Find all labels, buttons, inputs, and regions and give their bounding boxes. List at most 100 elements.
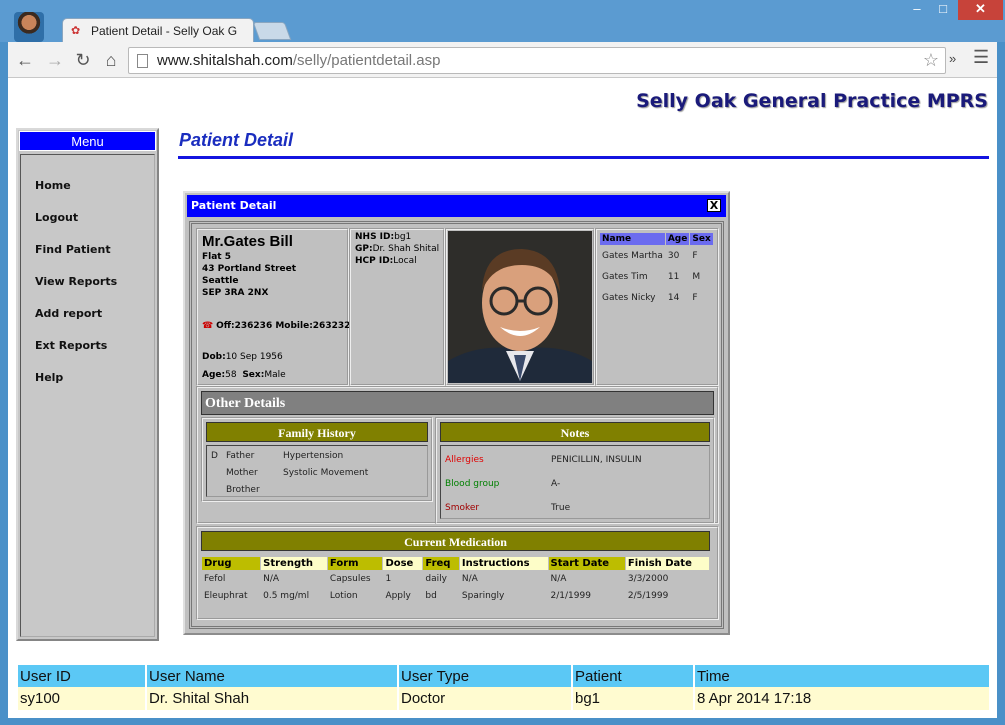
med-dose: 1 [385,574,392,584]
current-medication-title: Current Medication [201,531,710,551]
medication-table: Drug Strength Form Dose Freq Instruction… [201,556,710,605]
dialog-close-icon[interactable]: X [707,199,721,212]
med-header-strength: Strength [261,557,327,570]
family-members-table: Name Age Sex Gates Martha 30 F Gates Tim [599,232,714,309]
nhs-id-label: NHS ID: [355,232,395,242]
age-sex-line: Age:58 Sex:Male [202,370,286,380]
menu-item-find-patient[interactable]: Find Patient [35,243,111,256]
med-header-form: Form [327,557,383,570]
dialog-body: Mr.Gates Bill Flat 5 43 Portland Street … [189,221,724,629]
address-bar[interactable]: www.shitalshah.com/selly/patientdetail.a… [128,47,946,74]
dialog-title: Patient Detail [191,199,277,212]
table-row[interactable]: Gates Tim 11 M [600,267,713,287]
site-title: Selly Oak General Practice MPRS [636,90,988,112]
family-sex: M [692,272,701,282]
dialog-titlebar: Patient Detail X [187,195,726,217]
family-name: Gates Nicky [602,293,656,303]
condition-value: Systolic Movement [283,468,369,478]
extensions-chevron-icon[interactable]: » [949,51,956,66]
back-arrow-icon[interactable]: ← [14,49,36,71]
other-details-panel: Other Details Family History D Father Hy… [196,386,719,524]
tab-favicon-icon: ✿ [71,25,81,37]
family-history-panel: Family History D Father Hypertension Mot… [201,417,433,502]
family-history-marker: D [211,451,218,461]
minimize-icon[interactable]: – [905,0,929,20]
notes-list: Allergies PENICILLIN, INSULIN Blood grou… [440,445,710,519]
family-header-sex: Sex [690,233,713,245]
allergies-label: Allergies [445,455,484,465]
smoker-label: Smoker [445,503,480,513]
page-icon [137,54,148,68]
notes-title: Notes [440,422,710,442]
med-finish-date: 3/3/2000 [627,574,669,584]
gp-value: Dr. Shah Shital [372,244,440,254]
family-name: Gates Tim [602,272,648,282]
menu-item-view-reports[interactable]: View Reports [35,275,117,288]
session-header-patient: Patient [571,665,694,687]
browser-menu-icon[interactable]: ☰ [973,47,989,68]
table-row[interactable]: Fefol N/A Capsules 1 daily N/A N/A 3/3/2… [202,571,709,587]
session-info-table: User ID User Name User Type Patient Time… [18,665,989,710]
address-line-1: Flat 5 [202,252,232,262]
menu-item-ext-reports[interactable]: Ext Reports [35,339,107,352]
family-age: 11 [667,272,680,282]
session-user-type: Doctor [397,687,572,710]
med-form: Lotion [329,591,358,601]
family-age: 30 [667,251,680,261]
med-header-instructions: Instructions [459,557,548,570]
med-freq: bd [425,591,437,601]
med-header-drug: Drug [202,557,261,570]
patient-detail-dialog: Patient Detail X Mr.Gates Bill Flat 5 43… [183,191,730,635]
blood-group-value: A- [551,479,561,489]
family-sex: F [692,293,698,303]
patient-address-panel: Mr.Gates Bill Flat 5 43 Portland Street … [196,228,357,386]
window-titlebar: ✿ Patient Detail - Selly Oak G – □ ✕ [0,0,1005,43]
home-icon[interactable]: ⌂ [100,49,122,71]
med-instructions: Sparingly [461,591,505,601]
family-age: 14 [667,293,680,303]
user-avatar[interactable] [14,12,44,42]
close-window-icon[interactable]: ✕ [958,0,1003,20]
menu-item-help[interactable]: Help [35,371,63,384]
phone-icon: ☎ [202,321,214,331]
condition-value: Hypertension [283,451,344,461]
hcp-id-value: Local [393,256,417,266]
browser-tab[interactable]: ✿ Patient Detail - Selly Oak G [62,18,254,43]
session-time: 8 Apr 2014 17:18 [693,687,989,710]
table-row[interactable]: Gates Martha 30 F [600,246,713,266]
age-value: 58 [225,370,237,380]
browser-toolbar: ← → ↻ ⌂ www.shitalshah.com/selly/patient… [8,42,997,78]
patient-photo-panel [445,228,595,386]
relation-label: Father [226,451,255,461]
hcp-id-label: HCP ID: [355,256,394,266]
med-strength: 0.5 mg/ml [263,591,310,601]
new-tab-button[interactable] [252,22,292,40]
menu-item-add-report[interactable]: Add report [35,307,102,320]
menu-item-home[interactable]: Home [35,179,71,192]
table-row[interactable]: Eleuphrat 0.5 mg/ml Lotion Apply bd Spar… [202,588,709,604]
menu-item-logout[interactable]: Logout [35,211,78,224]
hcp-id-line: HCP ID:Local [355,256,417,266]
sex-label: Sex: [242,370,265,380]
nhs-id-value: bg1 [394,232,412,242]
bookmark-star-icon[interactable]: ☆ [923,48,939,73]
url-host: www.shitalshah.com [157,52,293,69]
allergies-value: PENICILLIN, INSULIN [551,455,642,465]
session-user-name: Dr. Shital Shah [145,687,398,710]
med-freq: daily [425,574,447,584]
family-header-name: Name [600,233,665,245]
dob-line: Dob:10 Sep 1956 [202,352,283,362]
maximize-icon[interactable]: □ [930,0,956,20]
patient-photo [448,231,592,383]
gp-line: GP:Dr. Shah Shital [355,244,439,254]
table-row: sy100 Dr. Shital Shah Doctor bg1 8 Apr 2… [18,687,989,710]
page-heading: Patient Detail [179,130,294,150]
reload-icon[interactable]: ↻ [72,49,94,71]
nhs-id-line: NHS ID:bg1 [355,232,411,242]
forward-arrow-icon[interactable]: → [44,49,66,71]
current-medication-panel: Current Medication Drug Strength Form Do… [196,526,719,620]
address-line-3: Seattle [202,276,239,286]
table-row[interactable]: Gates Nicky 14 F [600,288,713,308]
gp-label: GP: [355,244,373,254]
patient-name: Mr.Gates Bill [202,233,293,250]
